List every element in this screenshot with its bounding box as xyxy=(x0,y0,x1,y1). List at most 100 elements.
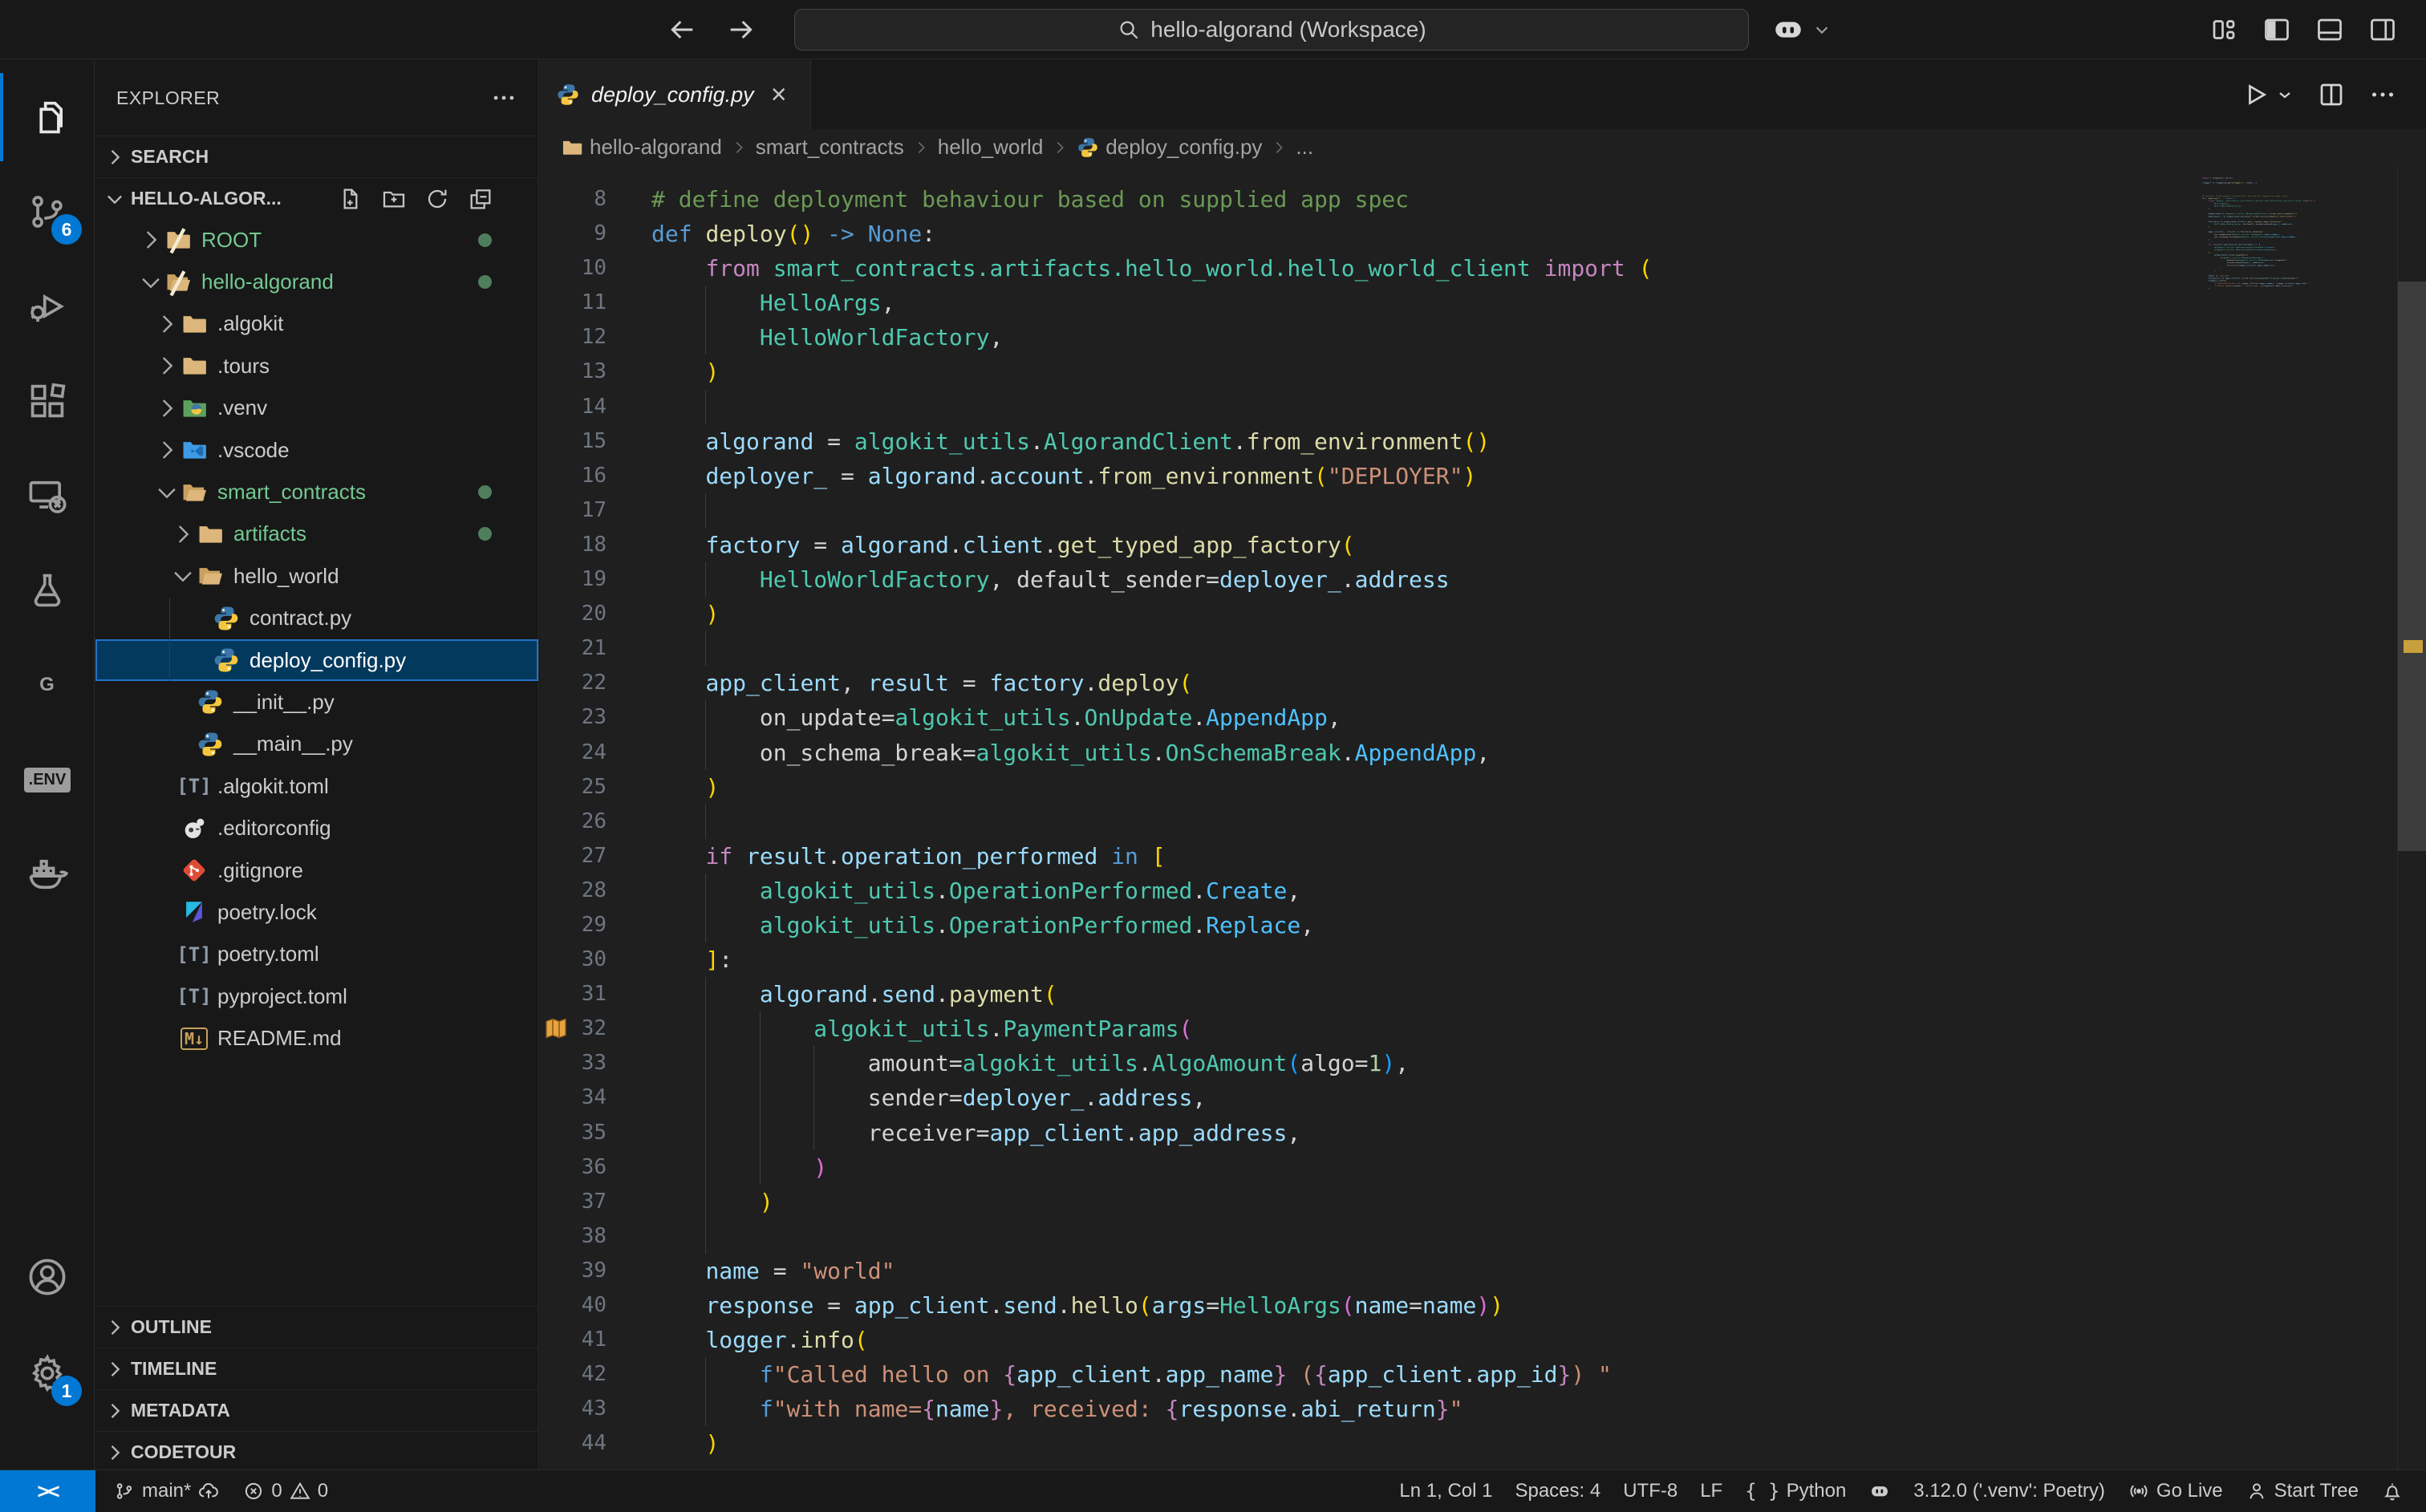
command-center-search[interactable]: hello-algorand (Workspace) xyxy=(794,9,1749,51)
tree-item--init-py[interactable]: __init__.py xyxy=(95,681,538,723)
code-line[interactable]: 10 from smart_contracts.artifacts.hello_… xyxy=(540,251,2426,286)
run-python-file-icon[interactable] xyxy=(2241,80,2270,109)
navigate-forward-icon[interactable] xyxy=(725,14,757,46)
tree-item-readme-md[interactable]: M↓README.md xyxy=(95,1017,538,1059)
code-line[interactable]: 20 ) xyxy=(540,597,2426,631)
breadcrumb-item-hello-world[interactable]: hello_world xyxy=(938,135,1044,160)
status-go-live[interactable]: Go Live xyxy=(2116,1480,2234,1502)
tree-item-hello-world[interactable]: hello_world xyxy=(95,555,538,597)
status-encoding[interactable]: UTF-8 xyxy=(1612,1480,1689,1502)
activity-item-source-control[interactable]: 6 xyxy=(0,168,95,256)
remote-indicator[interactable]: >< xyxy=(0,1470,95,1512)
code-line[interactable]: 16 deployer_ = algorand.account.from_env… xyxy=(540,459,2426,493)
tree-item--vscode[interactable]: .vscode xyxy=(95,429,538,471)
status-indentation[interactable]: Spaces: 4 xyxy=(1503,1480,1612,1502)
code-line[interactable]: 39 name = "world" xyxy=(540,1254,2426,1288)
chevron-right-icon[interactable] xyxy=(153,395,181,422)
activity-item-gitlens[interactable]: G xyxy=(0,641,95,729)
activity-item-docker[interactable] xyxy=(0,830,95,918)
status-notifications[interactable] xyxy=(2370,1480,2415,1502)
new-file-icon[interactable] xyxy=(338,186,363,212)
code-line[interactable]: 13 ) xyxy=(540,355,2426,389)
chevron-right-icon[interactable] xyxy=(153,352,181,379)
editor-scrollbar[interactable] xyxy=(2397,165,2426,1469)
code-line[interactable]: 9def deploy() -> None: xyxy=(540,217,2426,251)
code-line[interactable]: 33 amount=algokit_utils.AlgoAmount(algo=… xyxy=(540,1046,2426,1080)
code-line[interactable]: 35 receiver=app_client.app_address, xyxy=(540,1116,2426,1150)
status-eol[interactable]: LF xyxy=(1689,1480,1734,1502)
code-line[interactable]: 44 ) xyxy=(540,1426,2426,1461)
code-line[interactable]: 31 algorand.send.payment( xyxy=(540,977,2426,1011)
code-editor[interactable]: 8# define deployment behaviour based on … xyxy=(540,165,2426,1469)
toggle-primary-sidebar-icon[interactable] xyxy=(2262,15,2291,44)
chevron-down-icon[interactable] xyxy=(153,479,181,506)
code-line[interactable]: 24 on_schema_break=algokit_utils.OnSchem… xyxy=(540,736,2426,770)
activity-item-remote-explorer[interactable] xyxy=(0,452,95,540)
code-line[interactable]: 25 ) xyxy=(540,770,2426,805)
code-line[interactable]: 29 algokit_utils.OperationPerformed.Repl… xyxy=(540,908,2426,942)
status-python-interpreter[interactable]: 3.12.0 ('.venv': Poetry) xyxy=(1902,1480,2116,1502)
activity-item-explorer[interactable] xyxy=(0,73,95,161)
status-copilot[interactable] xyxy=(1857,1480,1902,1502)
code-line[interactable]: 18 factory = algorand.client.get_typed_a… xyxy=(540,528,2426,562)
section-outline[interactable]: OUTLINE xyxy=(95,1306,538,1348)
chevron-right-icon[interactable] xyxy=(153,310,181,338)
close-tab-icon[interactable]: × xyxy=(765,81,793,108)
tree-item--tours[interactable]: .tours xyxy=(95,345,538,387)
code-line[interactable]: 41 logger.info( xyxy=(540,1323,2426,1357)
code-line[interactable]: 43 f"with name={name}, received: {respon… xyxy=(540,1392,2426,1426)
breadcrumb-item-hello-algorand[interactable]: hello-algorand xyxy=(561,135,722,160)
tab-deploy-config[interactable]: deploy_config.py × xyxy=(540,60,811,129)
breadcrumb-item--[interactable]: ... xyxy=(1296,135,1313,160)
tree-item--main-py[interactable]: __main__.py xyxy=(95,724,538,765)
activity-item-dotenv[interactable]: .ENV xyxy=(0,736,95,824)
activity-item-settings[interactable]: 1 xyxy=(0,1329,95,1417)
code-line[interactable]: 26 xyxy=(540,805,2426,839)
code-line[interactable]: 14 xyxy=(540,390,2426,424)
status-cursor-position[interactable]: Ln 1, Col 1 xyxy=(1388,1480,1503,1502)
tree-item-pyproject-toml[interactable]: [T]pyproject.toml xyxy=(95,975,538,1017)
customize-layout-icon[interactable] xyxy=(2209,15,2238,44)
section-timeline[interactable]: TIMELINE xyxy=(95,1348,538,1389)
run-options-chevron-icon[interactable] xyxy=(2275,85,2294,104)
code-line[interactable]: 30 ]: xyxy=(540,942,2426,977)
status-problems[interactable]: 00 xyxy=(231,1480,339,1502)
navigate-back-icon[interactable] xyxy=(666,14,698,46)
code-line[interactable]: 34 sender=deployer_.address, xyxy=(540,1080,2426,1115)
tree-item-hello-algorand[interactable]: hello-algorand xyxy=(95,261,538,302)
code-line[interactable]: 11 HelloArgs, xyxy=(540,286,2426,320)
collapse-all-icon[interactable] xyxy=(468,186,493,212)
breadcrumb-item-deploy-config-py[interactable]: deploy_config.py xyxy=(1077,135,1262,160)
breadcrumb-item-smart-contracts[interactable]: smart_contracts xyxy=(756,135,904,160)
status-language-mode[interactable]: { }Python xyxy=(1734,1480,1857,1502)
tree-item-poetry-lock[interactable]: poetry.lock xyxy=(95,891,538,933)
minimap[interactable]: import algokit_utilslogger = logging.get… xyxy=(2202,176,2398,786)
tree-item--editorconfig[interactable]: .editorconfig xyxy=(95,807,538,849)
tree-item-artifacts[interactable]: artifacts xyxy=(95,513,538,555)
toggle-panel-icon[interactable] xyxy=(2315,15,2344,44)
chevron-right-icon[interactable] xyxy=(153,436,181,464)
tree-item-contract-py[interactable]: contract.py xyxy=(95,598,538,639)
code-line[interactable]: 8# define deployment behaviour based on … xyxy=(540,182,2426,217)
new-folder-icon[interactable] xyxy=(381,186,407,212)
chevron-down-icon[interactable] xyxy=(1813,21,1831,39)
code-line[interactable]: 32 algokit_utils.PaymentParams( xyxy=(540,1011,2426,1046)
code-line[interactable]: 28 algokit_utils.OperationPerformed.Crea… xyxy=(540,874,2426,908)
refresh-icon[interactable] xyxy=(424,186,450,212)
status-start-tree[interactable]: Start Tree xyxy=(2234,1480,2370,1502)
chevron-right-icon[interactable] xyxy=(169,521,197,548)
activity-item-accounts[interactable] xyxy=(0,1233,95,1321)
section-metadata[interactable]: METADATA xyxy=(95,1389,538,1431)
code-line[interactable]: 12 HelloWorldFactory, xyxy=(540,320,2426,355)
code-line[interactable]: 36 ) xyxy=(540,1150,2426,1185)
copilot-icon[interactable] xyxy=(1771,13,1805,47)
explorer-more-actions-icon[interactable] xyxy=(490,84,517,111)
chevron-down-icon[interactable] xyxy=(137,269,164,296)
toggle-secondary-sidebar-icon[interactable] xyxy=(2368,15,2397,44)
tree-item-smart-contracts[interactable]: smart_contracts xyxy=(95,471,538,513)
tree-item-poetry-toml[interactable]: [T]poetry.toml xyxy=(95,934,538,975)
code-line[interactable]: 38 xyxy=(540,1219,2426,1254)
code-line[interactable]: 17 xyxy=(540,493,2426,528)
code-line[interactable]: 19 HelloWorldFactory, default_sender=dep… xyxy=(540,562,2426,597)
split-editor-icon[interactable] xyxy=(2317,80,2346,109)
